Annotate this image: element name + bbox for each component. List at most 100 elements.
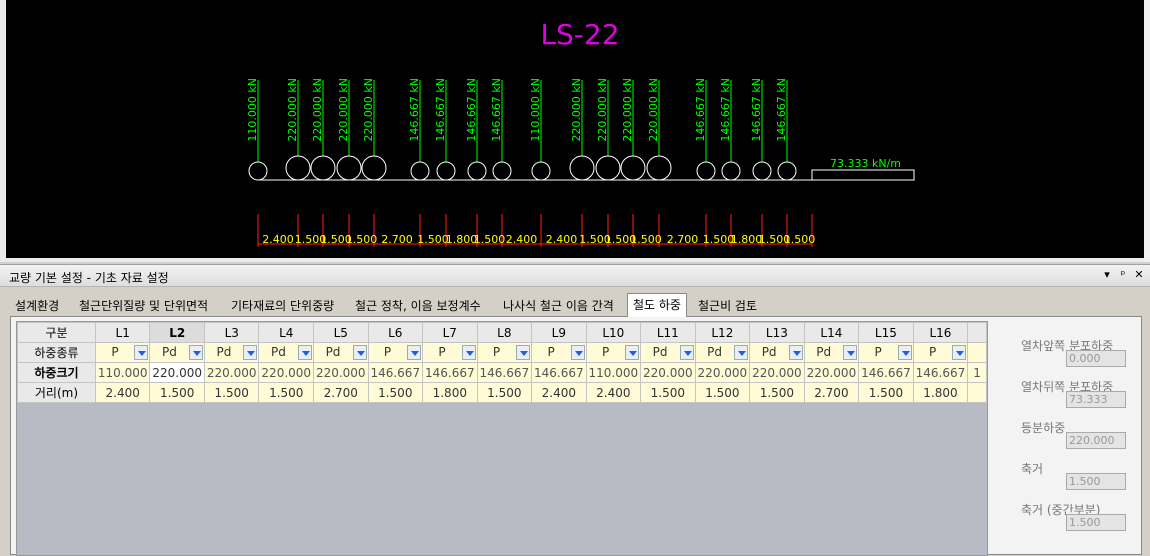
tab-railway-load[interactable]: 철도 하중 bbox=[627, 293, 687, 317]
side-field-input[interactable]: 0.000 bbox=[1066, 350, 1126, 367]
distance-cell[interactable]: 1.500 bbox=[203, 382, 260, 403]
load-size-cell[interactable]: 1 bbox=[967, 362, 987, 383]
tab-design-env[interactable]: 설계환경 bbox=[10, 295, 64, 315]
side-field-input[interactable]: 73.333 bbox=[1066, 391, 1126, 408]
dropdown-arrow-icon[interactable] bbox=[788, 345, 803, 360]
side-field-input[interactable]: 1.500 bbox=[1066, 514, 1126, 531]
dropdown-arrow-icon[interactable] bbox=[843, 345, 858, 360]
column-header[interactable]: L8 bbox=[476, 322, 533, 343]
load-size-cell[interactable]: 220.000 bbox=[803, 362, 860, 383]
distance-cell[interactable]: 1.500 bbox=[367, 382, 424, 403]
dropdown-arrow-icon[interactable] bbox=[679, 345, 694, 360]
load-size-cell[interactable]: 146.667 bbox=[367, 362, 424, 383]
load-type-select[interactable]: P bbox=[367, 342, 424, 363]
load-size-cell[interactable]: 146.667 bbox=[476, 362, 533, 383]
load-size-cell[interactable]: 220.000 bbox=[640, 362, 696, 383]
load-type-select[interactable]: Pd bbox=[313, 342, 369, 363]
load-type-select[interactable]: Pd bbox=[149, 342, 205, 363]
distance-cell[interactable]: 1.500 bbox=[640, 382, 696, 403]
column-header[interactable]: L7 bbox=[422, 322, 478, 343]
load-grid[interactable]: 구분 L1 L2 L3 L4 L5 L6 L7 L8 L9 L10 L11 L12 L13 L14 L15 L1… bbox=[16, 321, 988, 556]
tab-rebar-ratio[interactable]: 철근비 검토 bbox=[693, 295, 762, 315]
column-header[interactable]: L5 bbox=[313, 322, 369, 343]
tab-threaded-splice[interactable]: 나사식 철근 이음 간격 bbox=[498, 295, 619, 315]
column-header[interactable]: L13 bbox=[749, 322, 805, 343]
column-header[interactable]: L9 bbox=[531, 322, 587, 343]
column-header[interactable]: L10 bbox=[585, 322, 642, 343]
load-size-cell[interactable]: 220.000 bbox=[258, 362, 314, 383]
load-type-select[interactable]: Pd bbox=[203, 342, 260, 363]
load-type-select[interactable]: Pd bbox=[749, 342, 805, 363]
cad-viewport[interactable]: LS-22 110.000 kN 220.000 kN 220.000 kN 220.… bbox=[0, 0, 1150, 262]
column-header[interactable]: L11 bbox=[640, 322, 696, 343]
dropdown-arrow-icon[interactable] bbox=[407, 345, 422, 360]
distance-cell[interactable]: 2.400 bbox=[531, 382, 587, 403]
dropdown-arrow-icon[interactable] bbox=[298, 345, 312, 360]
load-size-cell[interactable]: 110.000 bbox=[94, 362, 151, 383]
load-size-cell[interactable]: 220.000 bbox=[694, 362, 751, 383]
distance-cell[interactable]: 1.500 bbox=[476, 382, 533, 403]
distance-cell[interactable]: 1.800 bbox=[422, 382, 478, 403]
load-size-cell[interactable]: 220.000 bbox=[203, 362, 260, 383]
dropdown-arrow-icon[interactable] bbox=[243, 345, 258, 360]
load-size-cell[interactable]: 220.000 bbox=[313, 362, 369, 383]
column-header[interactable]: L12 bbox=[694, 322, 751, 343]
load-type-select[interactable]: P bbox=[94, 342, 151, 363]
dropdown-arrow-icon[interactable] bbox=[188, 345, 203, 360]
load-size-cell[interactable]: 220.000 bbox=[749, 362, 805, 383]
close-icon[interactable]: ✕ bbox=[1133, 269, 1145, 281]
load-type-select[interactable]: Pd bbox=[694, 342, 751, 363]
distance-cell[interactable]: 1.800 bbox=[912, 382, 969, 403]
tab-rebar-anchorage[interactable]: 철근 정착, 이음 보정계수 bbox=[350, 295, 486, 315]
dropdown-arrow-icon[interactable] bbox=[134, 345, 149, 360]
load-size-cell[interactable]: 220.000 bbox=[149, 362, 205, 383]
dropdown-arrow-icon[interactable] bbox=[897, 345, 912, 360]
dropdown-arrow-icon[interactable] bbox=[734, 345, 749, 360]
load-type-select[interactable]: P bbox=[531, 342, 587, 363]
dropdown-arrow-icon[interactable] bbox=[516, 345, 531, 360]
load-size-cell[interactable]: 146.667 bbox=[422, 362, 478, 383]
dropdown-arrow-icon[interactable] bbox=[461, 345, 476, 360]
distance-cell[interactable]: 1.500 bbox=[258, 382, 314, 403]
pin-icon[interactable]: ᵖ bbox=[1117, 269, 1129, 281]
dropdown-arrow-icon[interactable] bbox=[625, 345, 640, 360]
distance-cell[interactable]: 2.400 bbox=[94, 382, 151, 403]
distance-cell[interactable]: 1.500 bbox=[694, 382, 751, 403]
distance-cell[interactable]: 2.700 bbox=[803, 382, 860, 403]
column-header[interactable]: L16 bbox=[912, 322, 969, 343]
load-type-select[interactable]: P bbox=[585, 342, 642, 363]
column-header[interactable]: L15 bbox=[858, 322, 914, 343]
load-size-cell[interactable]: 146.667 bbox=[912, 362, 969, 383]
distance-cell[interactable]: 2.400 bbox=[585, 382, 642, 403]
side-field-input[interactable]: 1.500 bbox=[1066, 473, 1126, 490]
distance-cell[interactable]: 1.500 bbox=[858, 382, 914, 403]
load-size-cell[interactable]: 146.667 bbox=[531, 362, 587, 383]
load-type-select[interactable]: Pd bbox=[258, 342, 314, 363]
load-type-select[interactable]: P bbox=[476, 342, 533, 363]
side-field-input[interactable]: 220.000 bbox=[1066, 432, 1126, 449]
distance-cell[interactable]: 1.500 bbox=[749, 382, 805, 403]
distance-cell[interactable]: 1.500 bbox=[149, 382, 205, 403]
dropdown-arrow-icon[interactable] bbox=[570, 345, 585, 360]
column-header[interactable]: L6 bbox=[367, 322, 424, 343]
column-header[interactable]: L1 bbox=[94, 322, 151, 343]
tab-other-materials[interactable]: 기타재료의 단위중량 bbox=[226, 295, 339, 315]
load-type-select[interactable]: Pd bbox=[803, 342, 860, 363]
load-type-select[interactable]: P bbox=[422, 342, 478, 363]
panel-menu-icon[interactable]: ▾ bbox=[1101, 269, 1113, 281]
column-header[interactable]: L3 bbox=[203, 322, 260, 343]
column-header[interactable]: L4 bbox=[258, 322, 314, 343]
load-type-select[interactable]: Pd bbox=[640, 342, 696, 363]
dropdown-arrow-icon[interactable] bbox=[952, 345, 967, 360]
column-header[interactable]: L14 bbox=[803, 322, 860, 343]
load-type-select[interactable] bbox=[967, 342, 987, 363]
column-header[interactable]: L2 bbox=[149, 322, 205, 343]
load-type-select[interactable]: P bbox=[912, 342, 969, 363]
load-size-cell[interactable]: 146.667 bbox=[858, 362, 914, 383]
tab-rebar-mass[interactable]: 철근단위질량 및 단위면적 bbox=[74, 295, 213, 315]
distance-cell[interactable]: 2.700 bbox=[313, 382, 369, 403]
load-type-select[interactable]: P bbox=[858, 342, 914, 363]
distance-cell[interactable] bbox=[967, 382, 987, 403]
load-size-cell[interactable]: 110.000 bbox=[585, 362, 642, 383]
dropdown-arrow-icon[interactable] bbox=[352, 345, 367, 360]
